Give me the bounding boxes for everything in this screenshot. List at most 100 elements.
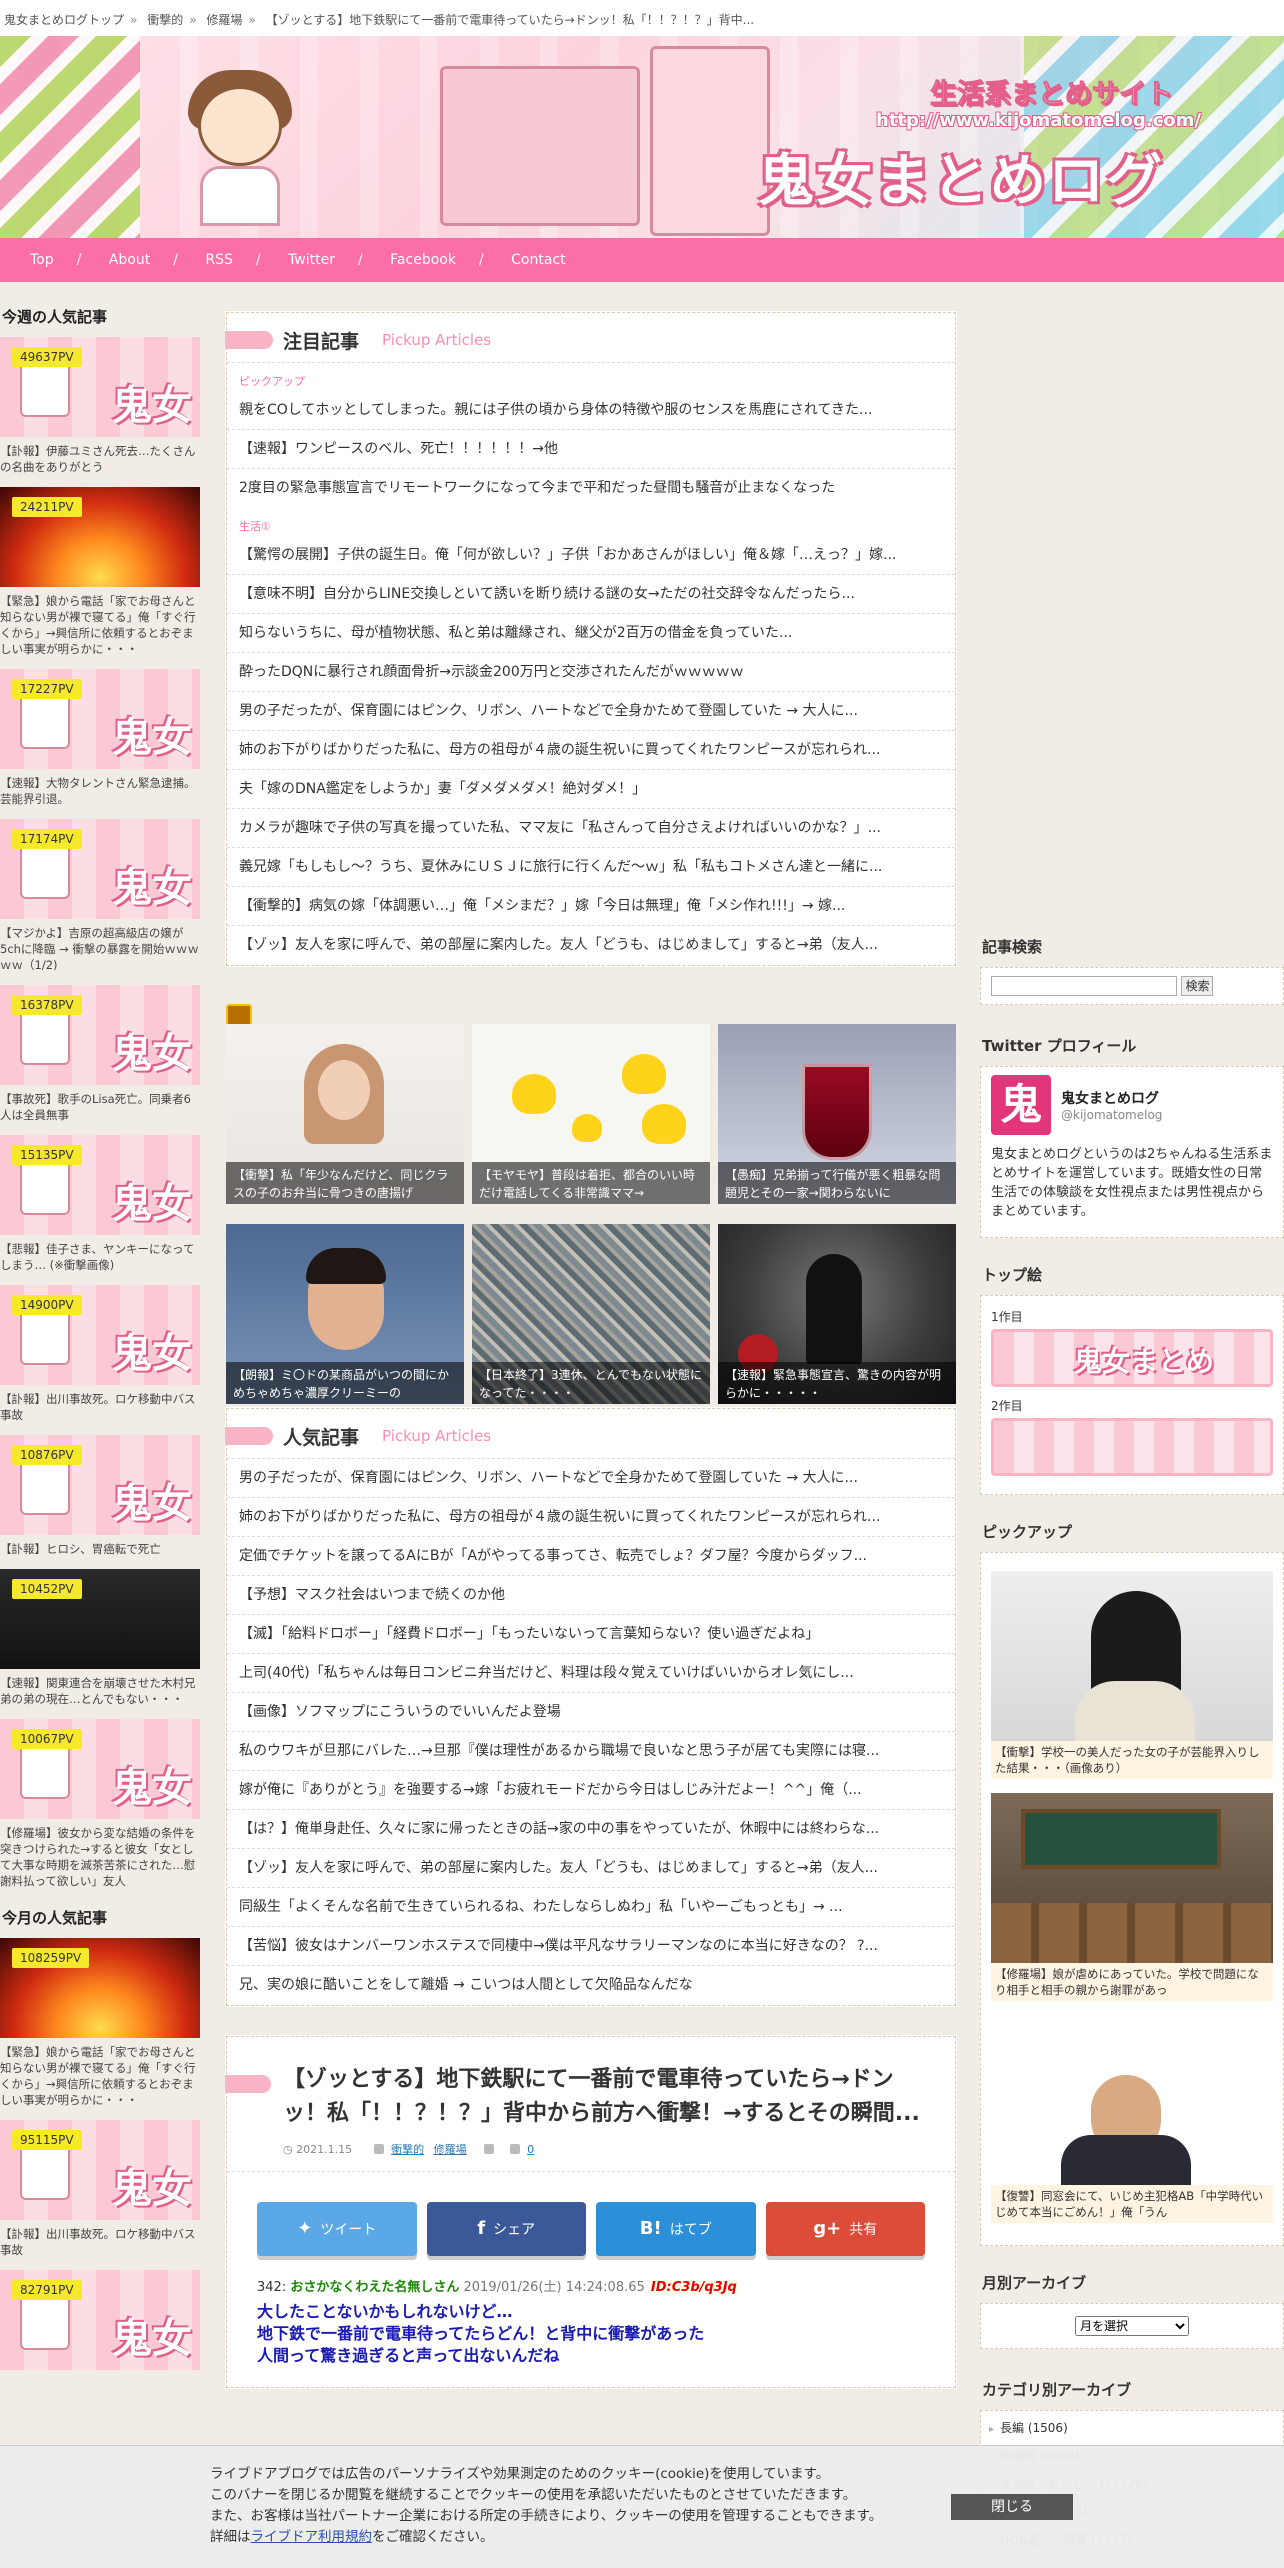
top-art-banner-2[interactable]	[991, 1418, 1273, 1476]
ranking-caption[interactable]: 【修羅場】彼女から変な結婚の条件を突きつけられた→すると彼女「女として大事な時期…	[0, 1819, 200, 1889]
hatena-bookmark-button[interactable]: B! はてブ	[596, 2202, 756, 2256]
ranking-item[interactable]: 鬼女 10876PV 【訃報】ヒロシ、胃癌転で死亡	[0, 1435, 200, 1557]
ranking-caption[interactable]: 【速報】関東連合を崩壊させた木村兄弟の弟の現在…とんでもない・・・	[0, 1669, 200, 1707]
ranking-caption[interactable]: 【悲報】佳子さま、ヤンキーになってしまう… (※衝撃画像)	[0, 1235, 200, 1273]
ranking-caption[interactable]: 【訃報】出川事故死。ロケ移動中バス事故	[0, 2220, 200, 2258]
category-link[interactable]: 長編 (1506)	[989, 2415, 1275, 2443]
article-link[interactable]: 知らないうちに、母が植物状態、私と弟は離縁され、継父が2百万の借金を負っていた.…	[227, 614, 955, 653]
article-link[interactable]: 【意味不明】自分からLINE交換しといて誘いを断り続ける謎の女→ただの社交辞令な…	[227, 575, 955, 614]
twitter-handle[interactable]: @kijomatomelog	[1061, 1108, 1162, 1122]
article-link[interactable]: 【ゾッ】友人を家に呼んで、弟の部屋に案内した。友人「どうも、はじめまして」すると…	[227, 1849, 955, 1888]
top-art-banner-1[interactable]: 鬼女まとめ	[991, 1329, 1273, 1387]
ranking-item[interactable]: 24211PV 【緊急】娘から電話「家でお母さんと知らない男が裸で寝てる」俺「すぐ…	[0, 487, 200, 657]
pickup-sidebar-item[interactable]: 【衝撃】学校一の美人だった女の子が芸能界入りした結果・・・（画像あり）	[991, 1571, 1273, 1779]
article-link[interactable]: 【画像】ソフマップにこういうのでいいんだよ登場	[227, 1693, 955, 1732]
article-link[interactable]: カメラが趣味で子供の写真を撮っていた私、ママ友に「私さんって自分さえよければいい…	[227, 809, 955, 848]
article-link[interactable]: 【苦悩】彼女はナンバーワンホステスで同棲中→僕は平凡なサラリーマンなのに本当に好…	[227, 1927, 955, 1966]
google-plus-share-button[interactable]: g+ 共有	[765, 2202, 925, 2256]
ranking-thumbnail[interactable]: 鬼女 16378PV	[0, 985, 200, 1085]
ranking-thumbnail[interactable]: 108259PV	[0, 1938, 200, 2038]
article-link[interactable]: 【ゾッ】友人を家に呼んで、弟の部屋に案内した。友人「どうも、はじめまして」すると…	[227, 926, 955, 965]
ranking-item[interactable]: 鬼女 15135PV 【悲報】佳子さま、ヤンキーになってしまう… (※衝撃画像)	[0, 1135, 200, 1273]
article-link[interactable]: 【は？】俺単身赴任、久々に家に帰ったときの話→家の中の事をやっていたが、休暇中に…	[227, 1810, 955, 1849]
ranking-caption[interactable]: 【緊急】娘から電話「家でお母さんと知らない男が裸で寝てる」俺「すぐ行くから」→興…	[0, 587, 200, 657]
facebook-share-button[interactable]: f シェア	[426, 2202, 586, 2256]
article-link[interactable]: 【驚愕の展開】子供の誕生日。俺「何が欲しい？」子供「おかあさんがほしい」俺＆嫁「…	[227, 536, 955, 575]
article-link[interactable]: 【衝撃的】病気の嫁「体調悪い…」俺「メシまだ？」嫁「今日は無理」俺「メシ作れ!!…	[227, 887, 955, 926]
grid-tile[interactable]: 【朗報】ミ〇ドの某商品がいつの間にかめちゃめちゃ濃厚クリーミーの	[226, 1224, 464, 1404]
article-link[interactable]: 兄、実の娘に酷いことをして離婚 → こいつは人間として欠陥品なんだな	[227, 1966, 955, 2005]
nav-twitter[interactable]: Twitter	[288, 238, 335, 282]
grid-tile[interactable]: 【愚痴】兄弟揃って行儀が悪く粗暴な問題児とその一家→関わらないに	[718, 1024, 956, 1204]
ranking-thumbnail[interactable]: 鬼女 10876PV	[0, 1435, 200, 1535]
ranking-thumbnail[interactable]: 鬼女 95115PV	[0, 2120, 200, 2220]
article-link[interactable]: 姉のお下がりばかりだった私に、母方の祖母が４歳の誕生祝いに買ってくれたワンピース…	[227, 1498, 955, 1537]
ranking-thumbnail[interactable]: 鬼女 14900PV	[0, 1285, 200, 1385]
ranking-item[interactable]: 鬼女 16378PV 【事故死】歌手のLisa死亡。同乗者6人は全員無事	[0, 985, 200, 1123]
ranking-thumbnail[interactable]: 鬼女 15135PV	[0, 1135, 200, 1235]
article-link[interactable]: 夫「嫁のDNA鑑定をしようか」妻「ダメダメダメ！絶対ダメ！」	[227, 770, 955, 809]
article-link[interactable]: 上司(40代)「私ちゃんは毎日コンビニ弁当だけど、料理は段々覚えていけばいいから…	[227, 1654, 955, 1693]
article-link[interactable]: 嫁が俺に『ありがとう』を強要する→嫁「お疲れモードだから今日はしじみ汁だよー！^…	[227, 1771, 955, 1810]
ranking-item[interactable]: 10452PV 【速報】関東連合を崩壊させた木村兄弟の弟の現在…とんでもない・・・	[0, 1569, 200, 1707]
ranking-thumbnail[interactable]: 鬼女 82791PV	[0, 2270, 200, 2370]
cookie-close-button[interactable]: 閉じる	[951, 2494, 1073, 2520]
nav-facebook[interactable]: Facebook	[390, 238, 456, 282]
breadcrumb-subcategory-link[interactable]: 修羅場	[206, 13, 242, 27]
ranking-caption[interactable]: 【速報】大物タレントさん緊急逮捕。芸能界引退。	[0, 769, 200, 807]
ranking-item[interactable]: 鬼女 82791PV	[0, 2270, 200, 2376]
nav-top[interactable]: Top	[30, 238, 54, 282]
site-header-banner[interactable]: 生活系まとめサイト http://www.kijomatomelog.com/ …	[0, 36, 1284, 238]
ranking-item[interactable]: 鬼女 10067PV 【修羅場】彼女から変な結婚の条件を突きつけられた→すると彼女「…	[0, 1719, 200, 1889]
ranking-thumbnail[interactable]: 鬼女 10067PV	[0, 1719, 200, 1819]
breadcrumb-home-link[interactable]: 鬼女まとめログトップ	[4, 13, 124, 27]
site-logo[interactable]: 鬼女まとめログ	[758, 136, 1164, 217]
terms-link[interactable]: ライブドア利用規約	[251, 2529, 373, 2545]
article-link[interactable]: 定価でチケットを譲ってるAにBが「Aがやってる事ってさ、転売でしょ？ダフ屋？今度…	[227, 1537, 955, 1576]
month-archive-select[interactable]: 月を選択	[1075, 2316, 1189, 2336]
nav-about[interactable]: About	[109, 238, 150, 282]
article-link[interactable]: 親をCOしてホッとしてしまった。親には子供の頃から身体の特徴や服のセンスを馬鹿に…	[227, 391, 955, 430]
article-link[interactable]: 私のウワキが旦那にバレた…→旦那『僕は理性があるから職場で良いなと思う子が居ても…	[227, 1732, 955, 1771]
article-link[interactable]: 男の子だったが、保育園にはピンク、リボン、ハートなどで全身かためて登園していた …	[227, 692, 955, 731]
ranking-item[interactable]: 鬼女 49637PV 【訃報】伊藤ユミさん死去…たくさんの名曲をありがとう	[0, 337, 200, 475]
pickup-sidebar-item[interactable]: 【復讐】同窓会にて、いじめ主犯格AB「中学時代いじめて本当にごめん！」俺「うん	[991, 2015, 1273, 2223]
article-link[interactable]: 【予想】マスク社会はいつまで続くのか他	[227, 1576, 955, 1615]
ranking-caption[interactable]: 【訃報】ヒロシ、胃癌転で死亡	[0, 1535, 200, 1557]
grid-tile[interactable]: 【モヤモヤ】普段は着拒、都合のいい時だけ電話してくる非常識ママ→	[472, 1024, 710, 1204]
ranking-caption[interactable]: 【事故死】歌手のLisa死亡。同乗者6人は全員無事	[0, 1085, 200, 1123]
ranking-thumbnail[interactable]: 鬼女 49637PV	[0, 337, 200, 437]
article-link[interactable]: 【滅】「給料ドロボー」「経費ドロボー」「もったいないって言葉知らない？使い過ぎだ…	[227, 1615, 955, 1654]
grid-tile[interactable]: 【日本終了】3連休、とんでもない状態になってた・・・・	[472, 1224, 710, 1404]
ranking-item[interactable]: 鬼女 95115PV 【訃報】出川事故死。ロケ移動中バス事故	[0, 2120, 200, 2258]
article-link[interactable]: 義兄嫁「もしもし～？うち、夏休みにＵＳＪに旅行に行くんだ～ｗ」私「私もコトメさん…	[227, 848, 955, 887]
article-category-link[interactable]: 衝撃的	[391, 2143, 424, 2156]
twitter-name[interactable]: 鬼女まとめログ	[1061, 1088, 1162, 1108]
article-link[interactable]: 姉のお下がりばかりだった私に、母方の祖母が４歳の誕生祝いに買ってくれたワンピース…	[227, 731, 955, 770]
ranking-thumbnail[interactable]: 鬼女 17174PV	[0, 819, 200, 919]
ranking-caption[interactable]: 【マジかよ】吉原の超高級店の嬢が5chに降臨 → 衝撃の暴露を開始ｗｗｗｗｗ（1…	[0, 919, 200, 973]
avatar[interactable]: 鬼	[991, 1075, 1051, 1135]
article-link[interactable]: 同級生「よくそんな名前で生きていられるね、わたしならしぬわ」私「いやーごもっとも…	[227, 1888, 955, 1927]
article-category-link[interactable]: 修羅場	[434, 2143, 467, 2156]
comment-count-link[interactable]: 0	[527, 2143, 534, 2156]
search-button[interactable]: 検索	[1181, 976, 1214, 996]
nav-rss[interactable]: RSS	[205, 238, 233, 282]
ranking-caption[interactable]	[0, 2370, 200, 2376]
pickup-sidebar-item[interactable]: 【修羅場】娘が虐めにあっていた。学校で問題になり相手と相手の親から謝罪があっ	[991, 1793, 1273, 2001]
ranking-thumbnail[interactable]: 鬼女 17227PV	[0, 669, 200, 769]
breadcrumb-category-link[interactable]: 衝撃的	[147, 13, 183, 27]
article-link[interactable]: 2度目の緊急事態宣言でリモートワークになって今まで平和だった昼間も騒音が止まなく…	[227, 469, 955, 508]
ranking-item[interactable]: 鬼女 14900PV 【訃報】出川事故死。ロケ移動中バス事故	[0, 1285, 200, 1423]
grid-tile[interactable]: 【速報】緊急事態宣言、驚きの内容が明らかに・・・・・	[718, 1224, 956, 1404]
grid-tile[interactable]: 【衝撃】私「年少なんだけど、同じクラスの子のお弁当に骨つきの唐揚げ	[226, 1024, 464, 1204]
ranking-item[interactable]: 108259PV 【緊急】娘から電話「家でお母さんと知らない男が裸で寝てる」俺「す…	[0, 1938, 200, 2108]
ranking-item[interactable]: 鬼女 17227PV 【速報】大物タレントさん緊急逮捕。芸能界引退。	[0, 669, 200, 807]
ranking-thumbnail[interactable]: 24211PV	[0, 487, 200, 587]
ranking-caption[interactable]: 【訃報】伊藤ユミさん死去…たくさんの名曲をありがとう	[0, 437, 200, 475]
nav-contact[interactable]: Contact	[511, 238, 565, 282]
search-input[interactable]	[991, 976, 1177, 996]
ranking-item[interactable]: 鬼女 17174PV 【マジかよ】吉原の超高級店の嬢が5chに降臨 → 衝撃の暴露を…	[0, 819, 200, 973]
tweet-button[interactable]: ✦ ツイート	[257, 2202, 417, 2256]
article-link[interactable]: 男の子だったが、保育園にはピンク、リボン、ハートなどで全身かためて登園していた …	[227, 1459, 955, 1498]
